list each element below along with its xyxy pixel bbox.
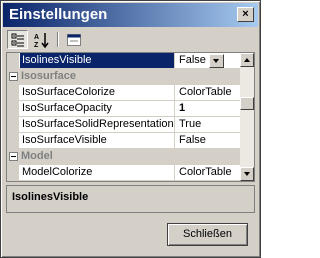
- property-pages-button[interactable]: [63, 30, 84, 49]
- property-value[interactable]: False: [176, 133, 242, 148]
- property-value[interactable]: 1: [176, 101, 242, 116]
- settings-window: Einstellungen × A Z IsolinesVisible Fals…: [0, 0, 261, 258]
- title-bar: Einstellungen ×: [3, 3, 258, 27]
- svg-text:A: A: [34, 34, 39, 41]
- property-name: ModelColorize: [20, 165, 175, 180]
- categorized-icon: [11, 33, 24, 46]
- scroll-thumb[interactable]: [240, 97, 254, 110]
- property-grid: IsolinesVisible False Isosurface IsoSurf…: [6, 52, 255, 182]
- svg-text:Z: Z: [34, 42, 39, 48]
- property-row[interactable]: ModelColorize ColorTable: [7, 165, 242, 181]
- vertical-scrollbar[interactable]: [240, 53, 254, 181]
- alphabetical-icon: A Z: [34, 32, 49, 48]
- category-label: Model: [21, 150, 53, 162]
- description-panel: IsolinesVisible: [6, 185, 255, 213]
- scroll-up-arrow-icon[interactable]: [240, 53, 254, 67]
- row-gutter: [7, 165, 19, 181]
- scroll-down-arrow-icon[interactable]: [240, 167, 254, 181]
- property-row[interactable]: IsoSurfaceColorize ColorTable: [7, 85, 242, 101]
- category-row[interactable]: Model: [7, 149, 242, 165]
- alphabetical-sort-button[interactable]: A Z: [31, 30, 52, 49]
- row-gutter: [7, 53, 19, 69]
- category-row[interactable]: Isosurface: [7, 69, 242, 85]
- property-row[interactable]: IsoSurfaceVisible False: [7, 133, 242, 149]
- row-gutter: [7, 101, 19, 117]
- row-gutter: [7, 117, 19, 133]
- window-title: Einstellungen: [9, 6, 108, 23]
- property-pages-icon: [66, 33, 81, 46]
- property-row[interactable]: IsoSurfaceOpacity 1: [7, 101, 242, 117]
- toolbar-separator: [57, 32, 59, 47]
- value-dropdown-button[interactable]: [209, 54, 224, 68]
- property-name: IsoSurfaceColorize: [20, 85, 175, 100]
- property-name: IsolinesVisible: [20, 53, 175, 68]
- property-name: IsoSurfaceVisible: [20, 133, 175, 148]
- categorized-view-button[interactable]: [7, 30, 28, 49]
- description-title: IsolinesVisible: [12, 191, 89, 203]
- row-gutter: [7, 133, 19, 149]
- collapse-icon[interactable]: [9, 72, 18, 81]
- property-toolbar: A Z: [5, 29, 256, 51]
- property-row[interactable]: IsolinesVisible False: [7, 53, 242, 69]
- property-name: IsoSurfaceSolidRepresentation: [22, 117, 175, 132]
- property-value[interactable]: ColorTable: [176, 85, 242, 100]
- category-label: Isosurface: [21, 70, 77, 82]
- property-name: IsoSurfaceOpacity: [20, 101, 175, 116]
- row-gutter: [7, 85, 19, 101]
- collapse-icon[interactable]: [9, 152, 18, 161]
- property-value[interactable]: True: [176, 117, 242, 132]
- property-value[interactable]: ColorTable: [176, 165, 242, 180]
- window-close-button[interactable]: ×: [237, 7, 254, 22]
- property-row[interactable]: IsoSurfaceSolidRepresentation True: [7, 117, 242, 133]
- close-button[interactable]: Schließen: [167, 223, 248, 246]
